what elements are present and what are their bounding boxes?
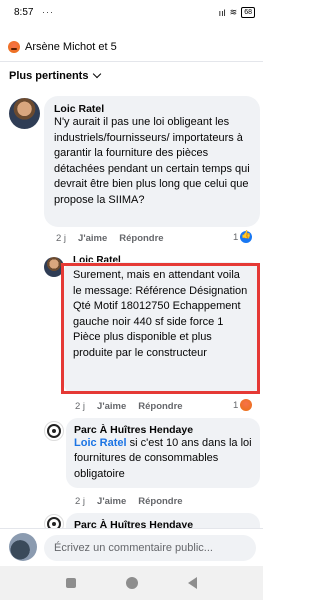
wifi-icon: ≋: [229, 7, 238, 17]
status-time: 8:57: [14, 7, 34, 18]
notification-dots: ···: [42, 7, 54, 17]
avatar[interactable]: [44, 421, 64, 441]
comment-time[interactable]: 2 j: [75, 496, 85, 507]
reply-button[interactable]: Répondre: [119, 233, 163, 244]
sort-dropdown[interactable]: Plus pertinents: [9, 69, 102, 82]
like-count: 1: [233, 399, 239, 411]
comment-time[interactable]: 2 j: [56, 233, 66, 244]
comment-bubble: Loic Ratel N'y aurait il pas une loi obl…: [44, 96, 260, 227]
avatar: [9, 533, 37, 561]
reaction-count[interactable]: 1: [233, 230, 253, 243]
comment-text: N'y aurait il pas une loi obligeant les …: [54, 116, 250, 206]
comment-actions: 2 j J'aime Répondre: [56, 233, 164, 244]
signal-icon: ııl: [218, 7, 226, 18]
thumbs-up-icon: [240, 230, 253, 243]
divider: [0, 61, 263, 62]
recent-apps-icon[interactable]: [66, 578, 76, 588]
highlight-box: [61, 263, 260, 394]
like-button[interactable]: J'aime: [97, 496, 126, 507]
status-icons: ııl ≋ 68: [219, 7, 255, 18]
reply-button[interactable]: Répondre: [138, 401, 182, 412]
reaction-count[interactable]: 1: [233, 399, 253, 411]
back-icon[interactable]: [188, 577, 197, 589]
angry-reaction-icon: [240, 399, 253, 411]
avatar[interactable]: [9, 98, 40, 129]
navigation-bar: [0, 566, 263, 600]
comment-author[interactable]: Parc À Huîtres Hendaye: [74, 424, 252, 436]
reply-button[interactable]: Répondre: [138, 496, 182, 507]
comment-bubble: Parc À Huîtres Hendaye Loic Ratel si c'e…: [66, 418, 260, 488]
mention-link[interactable]: Loic Ratel: [74, 437, 127, 449]
chevron-down-icon: [93, 69, 102, 79]
reactions-text: Arsène Michot et 5: [25, 41, 117, 53]
like-button[interactable]: J'aime: [78, 233, 107, 244]
oyster-logo-icon: [47, 424, 61, 438]
sort-label: Plus pertinents: [9, 70, 89, 82]
battery-icon: 68: [241, 7, 255, 18]
comment-input[interactable]: Écrivez un commentaire public...: [44, 535, 256, 561]
status-bar: 8:57 ··· ııl ≋ 68: [0, 0, 263, 28]
comment-actions: 2 j J'aime Répondre: [75, 496, 183, 507]
like-button[interactable]: J'aime: [97, 401, 126, 412]
comment-actions: 2 j J'aime Répondre: [75, 401, 183, 412]
comment-time[interactable]: 2 j: [75, 401, 85, 412]
like-count: 1: [233, 231, 239, 243]
comment-text: Loic Ratel si c'est 10 ans dans la loi f…: [74, 436, 252, 482]
home-icon[interactable]: [126, 577, 138, 589]
comment-author[interactable]: Loic Ratel: [54, 103, 250, 115]
angry-reaction-icon: [8, 41, 20, 53]
reactions-summary[interactable]: Arsène Michot et 5: [0, 34, 263, 60]
